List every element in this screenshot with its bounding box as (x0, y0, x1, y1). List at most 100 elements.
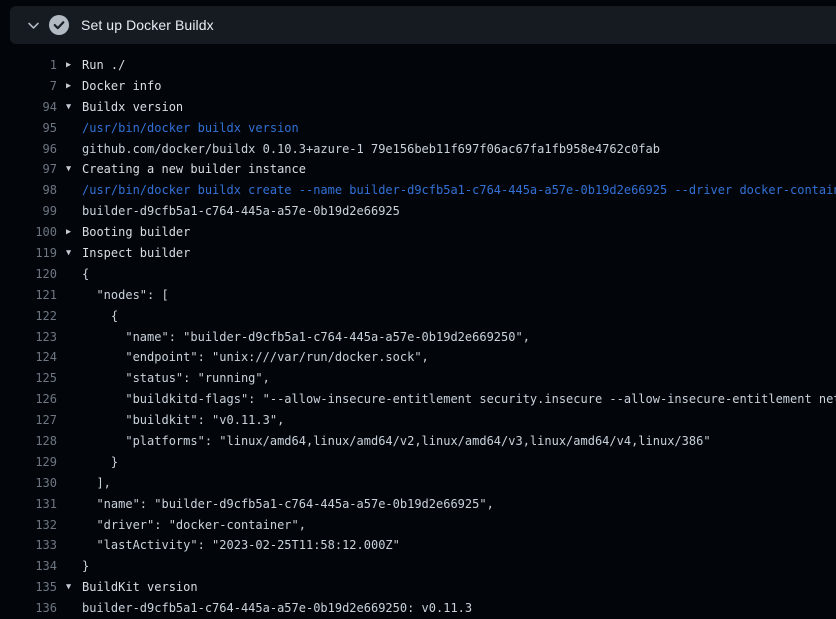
log-viewer: 1 ▶ Run ./ 7 ▶ Docker info 94 ▼ Buildx v… (0, 45, 836, 619)
line-number[interactable]: 99 (12, 201, 57, 222)
marker-spacer (66, 556, 79, 577)
line-text: Run ./ (82, 55, 125, 76)
marker-spacer (66, 118, 79, 139)
log-line[interactable]: 97 ▼ Creating a new builder instance (0, 159, 836, 180)
marker-spacer (66, 494, 79, 515)
line-number[interactable]: 132 (12, 515, 57, 536)
line-text: "buildkit": "v0.11.3", (82, 410, 284, 431)
log-line: 120 { (0, 264, 836, 285)
log-line: 132 "driver": "docker-container", (0, 515, 836, 536)
line-number[interactable]: 100 (12, 222, 57, 243)
line-number[interactable]: 126 (12, 389, 57, 410)
log-line: 136 builder-d9cfb5a1-c764-445a-a57e-0b19… (0, 598, 836, 619)
line-number[interactable]: 96 (12, 139, 57, 160)
line-number[interactable]: 131 (12, 494, 57, 515)
log-line[interactable]: 94 ▼ Buildx version (0, 97, 836, 118)
group-expand-icon: ▶ (66, 222, 79, 243)
line-number[interactable]: 94 (12, 97, 57, 118)
line-number[interactable]: 128 (12, 431, 57, 452)
line-number[interactable]: 119 (12, 243, 57, 264)
log-line: 130 ], (0, 473, 836, 494)
chevron-down-icon (27, 19, 40, 32)
line-text: BuildKit version (82, 577, 198, 598)
step-header[interactable]: Set up Docker Buildx (10, 6, 836, 44)
log-line: 126 "buildkitd-flags": "--allow-insecure… (0, 389, 836, 410)
line-number[interactable]: 121 (12, 285, 57, 306)
marker-spacer (66, 431, 79, 452)
line-text: "buildkitd-flags": "--allow-insecure-ent… (82, 389, 836, 410)
line-number[interactable]: 1 (12, 55, 57, 76)
line-number[interactable]: 123 (12, 327, 57, 348)
line-number[interactable]: 95 (12, 118, 57, 139)
marker-spacer (66, 327, 79, 348)
log-line: 134 } (0, 556, 836, 577)
line-number[interactable]: 129 (12, 452, 57, 473)
log-line: 123 "name": "builder-d9cfb5a1-c764-445a-… (0, 327, 836, 348)
line-text: Inspect builder (82, 243, 190, 264)
marker-spacer (66, 264, 79, 285)
marker-spacer (66, 598, 79, 619)
line-number[interactable]: 125 (12, 368, 57, 389)
line-text: "nodes": [ (82, 285, 169, 306)
log-line[interactable]: 119 ▼ Inspect builder (0, 243, 836, 264)
check-circle-icon (40, 15, 69, 35)
log-line: 95 /usr/bin/docker buildx version (0, 118, 836, 139)
line-number[interactable]: 127 (12, 410, 57, 431)
step-title: Set up Docker Buildx (81, 17, 214, 33)
log-line: 99 builder-d9cfb5a1-c764-445a-a57e-0b19d… (0, 201, 836, 222)
log-line: 125 "status": "running", (0, 368, 836, 389)
log-line[interactable]: 100 ▶ Booting builder (0, 222, 836, 243)
log-line: 128 "platforms": "linux/amd64,linux/amd6… (0, 431, 836, 452)
line-text: /usr/bin/docker buildx create --name bui… (82, 180, 836, 201)
line-text: "platforms": "linux/amd64,linux/amd64/v2… (82, 431, 711, 452)
log-line: 131 "name": "builder-d9cfb5a1-c764-445a-… (0, 494, 836, 515)
line-text: "name": "builder-d9cfb5a1-c764-445a-a57e… (82, 494, 494, 515)
log-line[interactable]: 7 ▶ Docker info (0, 76, 836, 97)
line-text: builder-d9cfb5a1-c764-445a-a57e-0b19d2e6… (82, 201, 400, 222)
line-text: Creating a new builder instance (82, 159, 306, 180)
line-number[interactable]: 133 (12, 535, 57, 556)
line-number[interactable]: 124 (12, 347, 57, 368)
line-text: github.com/docker/buildx 0.10.3+azure-1 … (82, 139, 660, 160)
group-collapse-icon: ▼ (66, 577, 79, 598)
line-text: builder-d9cfb5a1-c764-445a-a57e-0b19d2e6… (82, 598, 472, 619)
line-text: Booting builder (82, 222, 190, 243)
log-line: 129 } (0, 452, 836, 473)
log-line: 133 "lastActivity": "2023-02-25T11:58:12… (0, 535, 836, 556)
marker-spacer (66, 389, 79, 410)
log-line[interactable]: 1 ▶ Run ./ (0, 55, 836, 76)
log-line[interactable]: 135 ▼ BuildKit version (0, 577, 836, 598)
group-collapse-icon: ▼ (66, 97, 79, 118)
line-number[interactable]: 135 (12, 577, 57, 598)
marker-spacer (66, 347, 79, 368)
line-text: "lastActivity": "2023-02-25T11:58:12.000… (82, 535, 400, 556)
line-number[interactable]: 98 (12, 180, 57, 201)
log-line: 121 "nodes": [ (0, 285, 836, 306)
marker-spacer (66, 410, 79, 431)
marker-spacer (66, 535, 79, 556)
marker-spacer (66, 139, 79, 160)
line-text: "name": "builder-d9cfb5a1-c764-445a-a57e… (82, 327, 530, 348)
line-text: "status": "running", (82, 368, 270, 389)
marker-spacer (66, 306, 79, 327)
line-number[interactable]: 7 (12, 76, 57, 97)
line-text: } (82, 452, 118, 473)
marker-spacer (66, 180, 79, 201)
line-text: "driver": "docker-container", (82, 515, 306, 536)
line-number[interactable]: 120 (12, 264, 57, 285)
line-number[interactable]: 134 (12, 556, 57, 577)
line-number[interactable]: 122 (12, 306, 57, 327)
group-collapse-icon: ▼ (66, 159, 79, 180)
line-text: ], (82, 473, 111, 494)
marker-spacer (66, 368, 79, 389)
line-number[interactable]: 130 (12, 473, 57, 494)
marker-spacer (66, 285, 79, 306)
log-line: 124 "endpoint": "unix:///var/run/docker.… (0, 347, 836, 368)
group-expand-icon: ▶ (66, 55, 79, 76)
line-text: /usr/bin/docker buildx version (82, 118, 299, 139)
group-collapse-icon: ▼ (66, 243, 79, 264)
line-number[interactable]: 97 (12, 159, 57, 180)
log-line: 122 { (0, 306, 836, 327)
line-number[interactable]: 136 (12, 598, 57, 619)
marker-spacer (66, 515, 79, 536)
